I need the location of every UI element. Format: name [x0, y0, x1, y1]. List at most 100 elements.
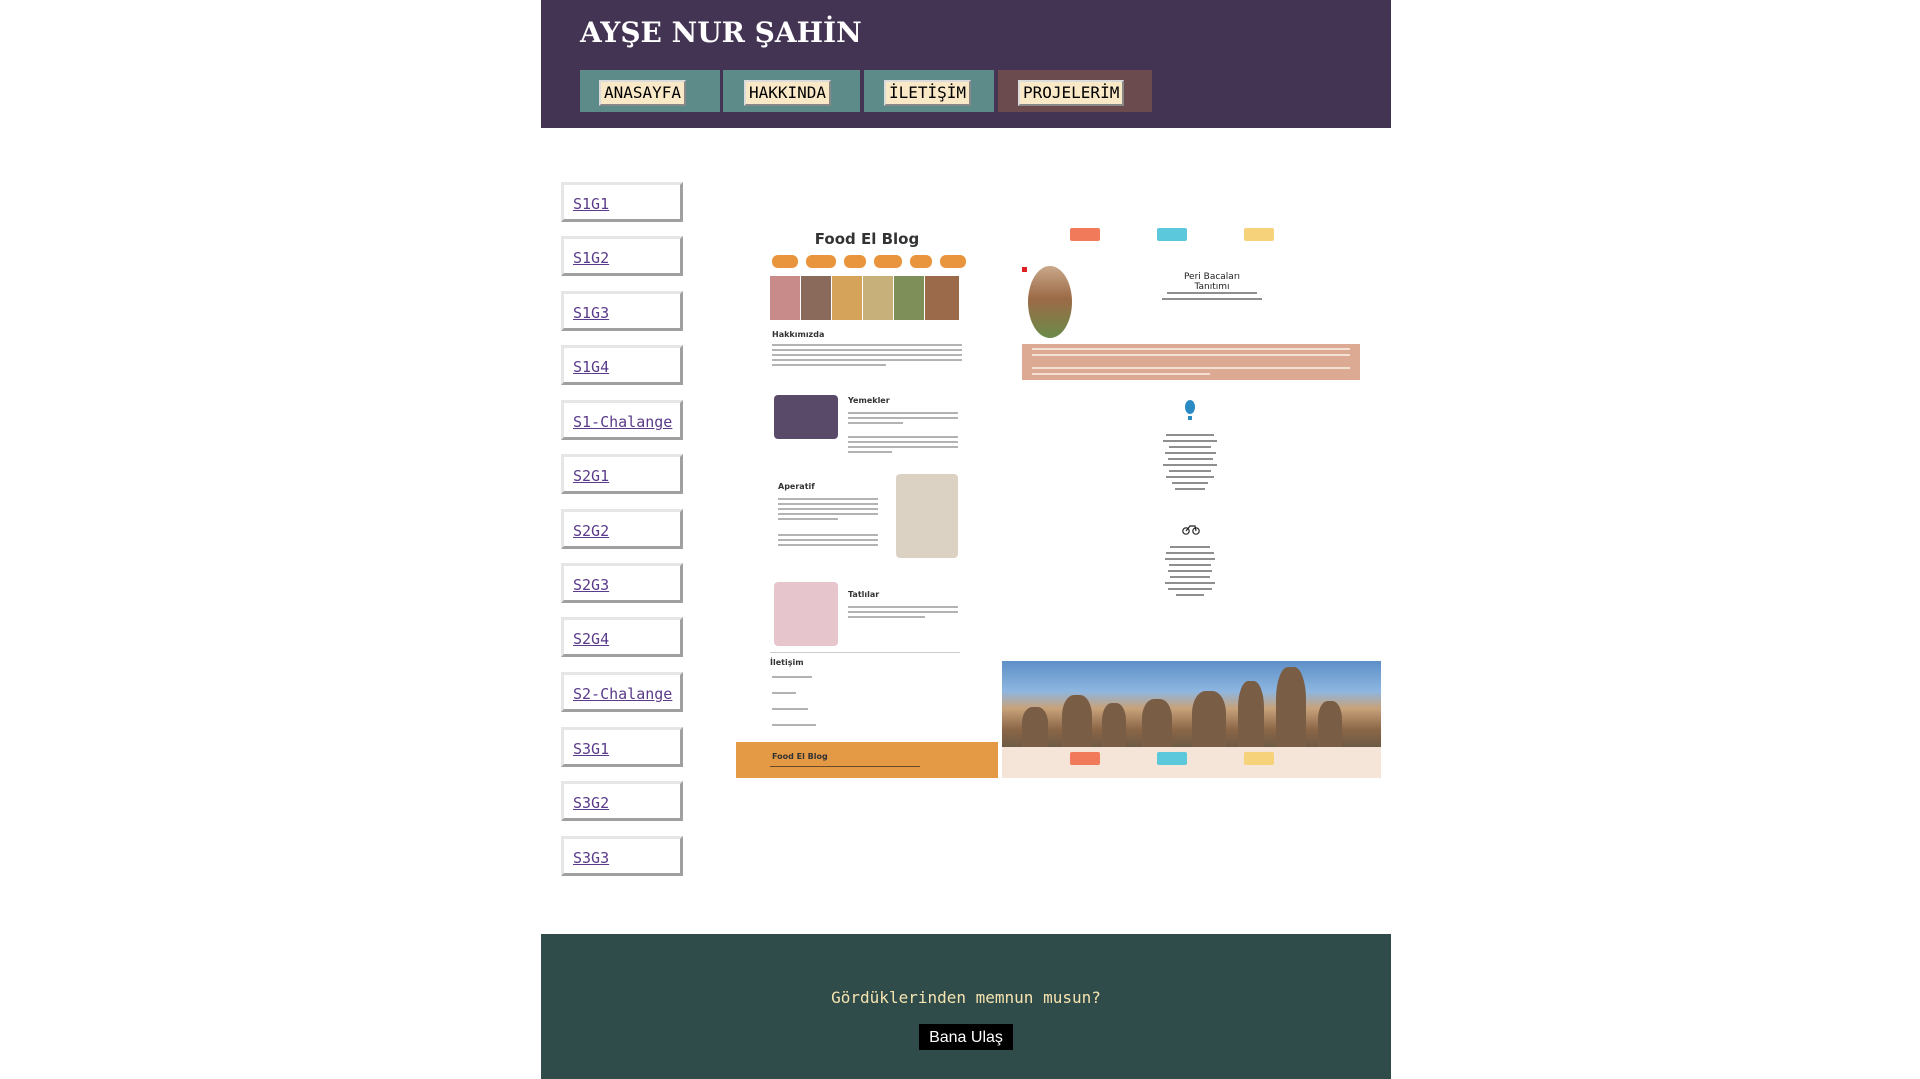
preview-nav-button: [940, 255, 966, 268]
nav-cell-projeler: PROJELERİM: [998, 70, 1152, 112]
preview-nav-button: [874, 255, 902, 268]
sidebar-item-s3g1[interactable]: S3G1: [561, 727, 683, 767]
sidebar-link[interactable]: S1G2: [573, 249, 609, 267]
balloon-oval-photo: [1028, 266, 1072, 338]
sidebar-item-s2g4[interactable]: S2G4: [561, 617, 683, 657]
text-lines: [1162, 546, 1218, 600]
fairy-chimneys-photo: [1002, 661, 1381, 747]
sidebar-item-s3g2[interactable]: S3G2: [561, 781, 683, 821]
text-lines: [772, 692, 796, 697]
sidebar-item-s1g1[interactable]: S1G1: [561, 182, 683, 222]
nav-anasayfa-button[interactable]: ANASAYFA: [599, 80, 687, 106]
rock-spire: [1022, 707, 1048, 747]
sidebar-item-s1g3[interactable]: S1G3: [561, 291, 683, 331]
nav-cell-iletisim: İLETİŞİM: [864, 70, 994, 112]
rock-spire: [1192, 691, 1226, 747]
project-preview-food-blog[interactable]: Food El Blog Hakkımızda Yemekler Aperati…: [736, 212, 998, 778]
text-lines: [848, 412, 958, 427]
sidebar-item-s2g3[interactable]: S2G3: [561, 563, 683, 603]
sidebar-link[interactable]: S3G2: [573, 794, 609, 812]
text-lines: [772, 724, 816, 729]
sidebar-link[interactable]: S3G3: [573, 849, 609, 867]
sidebar-item-s1-chalange[interactable]: S1-Chalange: [561, 400, 683, 440]
sidebar-link[interactable]: S1-Chalange: [573, 413, 672, 431]
text-lines: [770, 766, 920, 770]
sidebar-link[interactable]: S2G4: [573, 630, 609, 648]
text-lines: [772, 344, 962, 369]
preview-title: Food El Blog: [814, 230, 920, 248]
red-marker: [1022, 267, 1027, 272]
balloon-icon: [1184, 400, 1196, 420]
sidebar-link[interactable]: S1G3: [573, 304, 609, 322]
food-photo: [925, 276, 959, 320]
site-title: AYŞE NUR ŞAHİN: [580, 16, 862, 49]
nav-iletisim-button[interactable]: İLETİŞİM: [884, 80, 972, 106]
sidebar-link[interactable]: S2G2: [573, 522, 609, 540]
preview-nav-button: [772, 255, 798, 268]
nav-cell-anasayfa: ANASAYFA: [580, 70, 720, 112]
preview-heading: Hakkımızda: [772, 330, 825, 339]
text-lines: [1162, 292, 1262, 304]
preview-heading: Tatlılar: [848, 590, 880, 599]
text-band: [1022, 344, 1360, 380]
food-photo: [774, 582, 838, 646]
preview-footer: Food El Blog: [736, 742, 998, 778]
sidebar-link[interactable]: S1G1: [573, 195, 609, 213]
rock-spire: [1142, 699, 1172, 747]
preview-nav-button: [1157, 752, 1187, 765]
rock-spire: [1318, 701, 1342, 747]
footer-question: Gördüklerinden memnun musun?: [831, 988, 1101, 1007]
nav-projeler-button[interactable]: PROJELERİM: [1018, 80, 1125, 106]
rock-spire: [1062, 695, 1092, 747]
food-photo: [896, 474, 958, 558]
sidebar-link[interactable]: S2-Chalange: [573, 685, 672, 703]
preview-nav-button: [1244, 752, 1274, 765]
preview-nav-button: [1070, 228, 1100, 241]
preview-heading: İletişim: [770, 658, 804, 667]
text-lines: [772, 708, 808, 713]
sidebar-link[interactable]: S3G1: [573, 740, 609, 758]
nav-cell-hakkinda: HAKKINDA: [723, 70, 860, 112]
preview-nav-button: [844, 255, 866, 268]
food-photo: [894, 276, 924, 320]
preview-heading: Yemekler: [848, 396, 890, 405]
motorcycle-icon: [1182, 520, 1200, 535]
rock-spire: [1238, 681, 1264, 747]
sidebar-item-s2g2[interactable]: S2G2: [561, 509, 683, 549]
text-lines: [778, 498, 878, 523]
site-header: AYŞE NUR ŞAHİN ANASAYFA HAKKINDA İLETİŞİ…: [541, 0, 1391, 128]
sidebar-link[interactable]: S1G4: [573, 358, 609, 376]
preview-nav-button: [806, 255, 836, 268]
preview-nav-button: [910, 255, 932, 268]
preview-bottom-bar: [1002, 747, 1381, 778]
sidebar-item-s1g2[interactable]: S1G2: [561, 236, 683, 276]
text-lines: [848, 606, 958, 621]
rock-spire: [1102, 703, 1126, 747]
nav-hakkinda-button[interactable]: HAKKINDA: [744, 80, 832, 106]
text-lines: [772, 676, 812, 681]
preview-nav-button: [1157, 228, 1187, 241]
text-lines: [848, 436, 958, 456]
contact-button[interactable]: Bana Ulaş: [919, 1024, 1013, 1050]
sidebar-link[interactable]: S2G1: [573, 467, 609, 485]
food-photo: [801, 276, 831, 320]
text-lines: [778, 534, 878, 549]
food-photo: [774, 395, 838, 439]
sidebar-item-s2-chalange[interactable]: S2-Chalange: [561, 672, 683, 712]
preview-footer-title: Food El Blog: [772, 752, 828, 761]
preview-heading: Aperatif: [778, 482, 815, 491]
site-footer: Gördüklerinden memnun musun? Bana Ulaş: [541, 934, 1391, 1079]
project-preview-peri-bacalari[interactable]: Peri Bacaları Tanıtımı: [1002, 212, 1381, 778]
preview-title: Peri Bacaları Tanıtımı: [1183, 272, 1241, 292]
sidebar-item-s2g1[interactable]: S2G1: [561, 454, 683, 494]
text-lines: [1160, 434, 1220, 494]
page: AYŞE NUR ŞAHİN ANASAYFA HAKKINDA İLETİŞİ…: [541, 0, 1391, 1079]
food-photo: [863, 276, 893, 320]
preview-nav-button: [1070, 752, 1100, 765]
sidebar-item-s1g4[interactable]: S1G4: [561, 345, 683, 385]
divider: [770, 652, 960, 653]
sidebar-link[interactable]: S2G3: [573, 576, 609, 594]
sidebar-item-s3g3[interactable]: S3G3: [561, 836, 683, 876]
food-photo: [770, 276, 800, 320]
food-photo: [832, 276, 862, 320]
